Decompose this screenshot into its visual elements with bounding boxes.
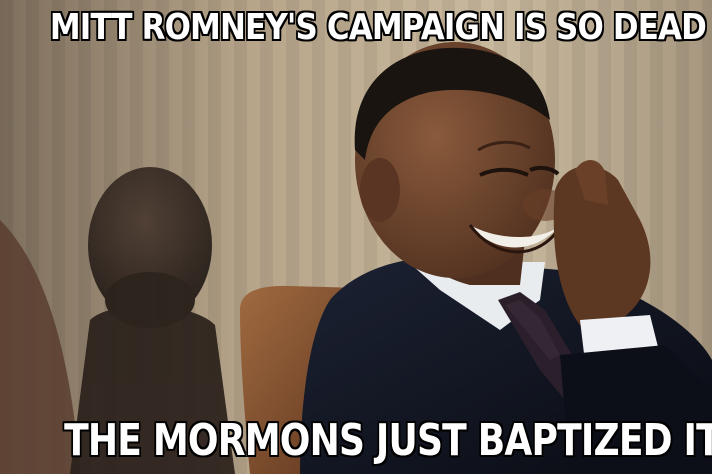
photo-scene [0, 0, 712, 474]
top-caption: MITT ROMNEY'S CAMPAIGN IS SO DEAD [49, 6, 708, 49]
meme-image: MITT ROMNEY'S CAMPAIGN IS SO DEAD THE MO… [0, 0, 712, 474]
bottom-caption: THE MORMONS JUST BAPTIZED IT [63, 414, 712, 467]
